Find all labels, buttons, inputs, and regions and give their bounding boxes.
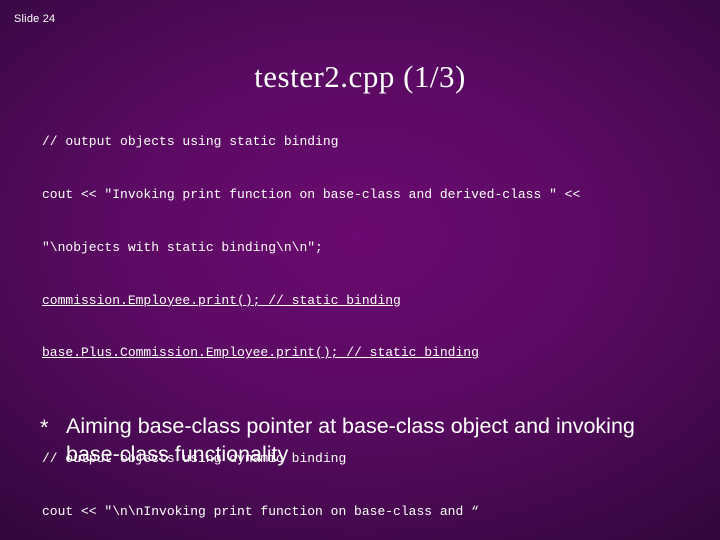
slide-canvas: Slide 24 tester2.cpp (1/3) // output obj… xyxy=(0,0,720,540)
code-line: base.Plus.Commission.Employee.print(); /… xyxy=(42,345,479,361)
code-line: cout << "\n\nInvoking print function on … xyxy=(42,503,479,519)
code-line: commission.Employee.print(); // static b… xyxy=(42,292,401,308)
slide-title: tester2.cpp (1/3) xyxy=(254,59,466,94)
code-line: cout << "Invoking print function on base… xyxy=(42,186,581,202)
code-line: // output objects using static binding xyxy=(42,134,339,150)
code-line: "\nobjects with static binding\n\n"; xyxy=(42,239,323,255)
bullet-marker-icon: * xyxy=(40,415,49,440)
bullet-item: * Aiming base-class pointer at base-clas… xyxy=(40,412,656,468)
slide-number-label: Slide 24 xyxy=(14,13,56,25)
bullet-text: Aiming base-class pointer at base-class … xyxy=(66,414,635,466)
code-listing: // output objects using static binding c… xyxy=(42,98,682,540)
